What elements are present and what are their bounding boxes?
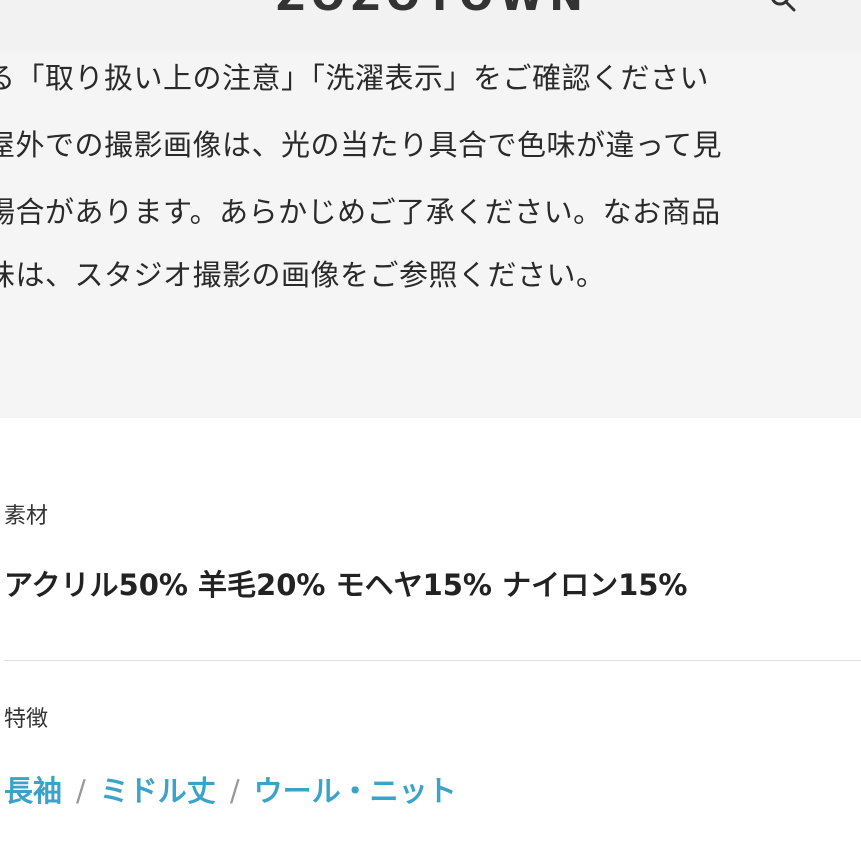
notice-line: る「取り扱い上の注意」「洗濯表示」をご確認ください xyxy=(0,61,710,95)
feature-link-wool-knit[interactable]: ウール・ニット xyxy=(254,774,457,808)
feature-separator: / xyxy=(229,774,240,808)
features-label: 特徴 xyxy=(4,707,49,732)
features-list: 長袖 / ミドル丈 / ウール・ニット xyxy=(4,768,457,810)
feature-link-middle-length[interactable]: ミドル丈 xyxy=(100,774,216,808)
site-header: ZOZOTOWN xyxy=(0,0,861,52)
feature-link-long-sleeve[interactable]: 長袖 xyxy=(4,774,62,808)
divider xyxy=(4,660,861,661)
feature-separator: / xyxy=(76,774,86,808)
material-label: 素材 xyxy=(4,504,49,529)
notice-box: る「取り扱い上の注意」「洗濯表示」をご確認ください 屋外での撮影画像は、光の当た… xyxy=(0,52,861,418)
site-logo[interactable]: ZOZOTOWN xyxy=(276,0,589,20)
product-detail-page: ZOZOTOWN る「取り扱い上の注意」「洗濯表示」をご確認ください 屋外での撮… xyxy=(0,0,861,861)
material-value: アクリル50% 羊毛20% モヘヤ15% ナイロン15% xyxy=(4,568,688,602)
notice-line: 味は、スタジオ撮影の画像をご参照ください。 xyxy=(0,258,606,292)
notice-line: 場合があります。あらかじめご了承ください。なお商品 xyxy=(0,195,721,229)
search-icon[interactable] xyxy=(770,0,796,12)
notice-line: 屋外での撮影画像は、光の当たり具合で色味が違って見 xyxy=(0,128,723,162)
